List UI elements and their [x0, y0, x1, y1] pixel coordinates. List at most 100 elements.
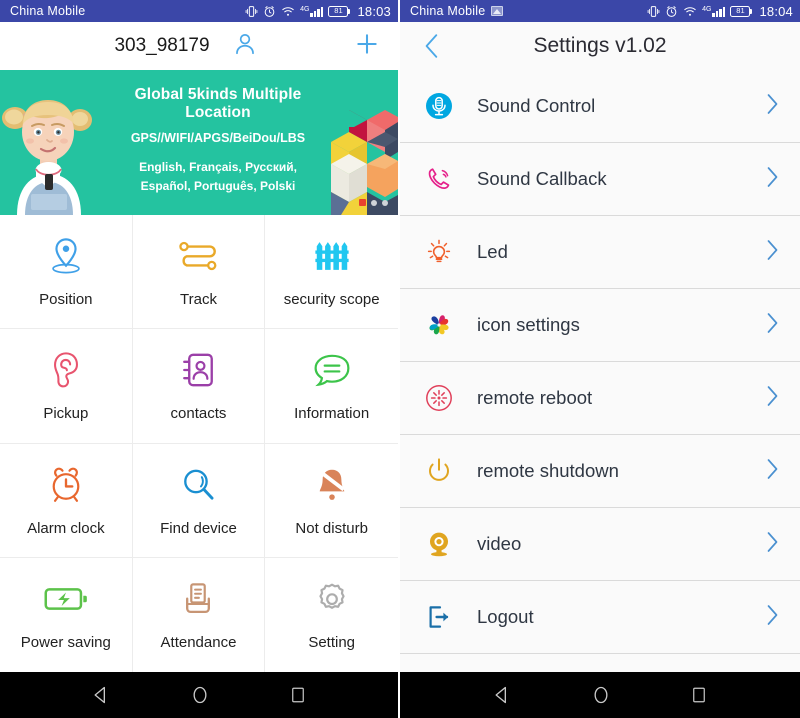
- settings-row-label: Sound Control: [477, 95, 596, 116]
- chevron-left-icon[interactable]: [414, 22, 450, 70]
- recents-square-icon[interactable]: [289, 686, 307, 704]
- battery-icon: 81: [730, 5, 753, 17]
- banner-dot[interactable]: [382, 199, 388, 206]
- device-id-label: 303_98179: [114, 35, 210, 56]
- grid-item-information[interactable]: Information: [265, 329, 398, 444]
- android-nav-bar-right: [400, 672, 800, 718]
- status-bar-right: China Mobile 4G 81 18:04: [400, 0, 800, 22]
- settings-row-remote-reboot[interactable]: remote reboot: [400, 362, 800, 435]
- grid-item-attendance[interactable]: Attendance: [133, 557, 266, 672]
- battery-level-label: 81: [736, 6, 745, 16]
- vibrate-icon: [647, 5, 660, 18]
- grid-item-label: Power saving: [20, 634, 111, 652]
- promo-banner[interactable]: Global 5kinds Multiple Location GPS//WIF…: [0, 70, 398, 215]
- grid-item-label: Pickup: [43, 405, 89, 423]
- home-header: 303_98179: [0, 22, 398, 70]
- settings-row-logout[interactable]: Logout: [400, 581, 800, 654]
- grid-item-label: Track: [180, 291, 217, 309]
- settings-row-label: Sound Callback: [477, 168, 607, 189]
- attendance-icon: [180, 578, 216, 620]
- settings-row-empty: [400, 654, 800, 672]
- color-pinwheel-icon: [422, 310, 456, 340]
- banner-languages-line2: Español, Português, Polski: [140, 178, 296, 193]
- grid-item-label: Position: [39, 291, 93, 309]
- phone-ring-icon: [422, 164, 456, 194]
- home-circle-icon[interactable]: [591, 685, 611, 705]
- settings-row-sound-control[interactable]: Sound Control: [400, 70, 800, 143]
- home-screen: China Mobile 4G 81 18:03 303_98179 Globa…: [0, 0, 400, 718]
- cellular-signal-icon: 4G: [300, 5, 324, 17]
- grid-item-position[interactable]: Position: [0, 215, 133, 330]
- status-bar-left: China Mobile 4G 81 18:03: [0, 0, 398, 22]
- bell-off-icon: [314, 464, 350, 506]
- network-type-label: 4G: [300, 5, 310, 13]
- grid-item-label: Information: [294, 405, 370, 423]
- settings-screen: China Mobile 4G 81 18:04 Settings v1.02 …: [400, 0, 800, 718]
- grid-item-label: contacts: [170, 405, 227, 423]
- settings-row-remote-shutdown[interactable]: remote shutdown: [400, 435, 800, 508]
- home-circle-icon[interactable]: [190, 685, 210, 705]
- grid-item-track[interactable]: Track: [132, 215, 266, 330]
- alarm-clock-icon: [48, 464, 84, 506]
- alarm-icon: [263, 5, 276, 18]
- battery-level-label: 81: [334, 6, 343, 16]
- settings-list: Sound Control Sound Callback Led icon se…: [400, 70, 800, 672]
- banner-dot-active[interactable]: [359, 199, 366, 206]
- grid-item-find-device[interactable]: Find device: [132, 443, 266, 558]
- microphone-icon: [422, 91, 456, 121]
- carrier-label: China Mobile: [10, 4, 86, 18]
- cellular-signal-icon: 4G: [702, 6, 726, 17]
- person-icon[interactable]: [232, 31, 258, 62]
- power-icon: [422, 456, 456, 486]
- ear-icon: [49, 349, 83, 391]
- vibrate-icon: [245, 5, 258, 18]
- settings-header: Settings v1.02: [400, 22, 800, 70]
- banner-subtitle: GPS//WIFI/APGS/BeiDou/LBS: [130, 131, 306, 145]
- gear-icon: [314, 578, 350, 620]
- map-pin-icon: [47, 235, 85, 277]
- alarm-icon: [665, 5, 678, 18]
- route-icon: [178, 235, 218, 277]
- grid-item-label: security scope: [283, 291, 380, 309]
- banner-dot[interactable]: [371, 199, 377, 206]
- grid-item-power-saving[interactable]: Power saving: [0, 557, 133, 672]
- banner-title: Global 5kinds Multiple Location: [134, 86, 302, 121]
- back-triangle-icon[interactable]: [492, 685, 512, 705]
- dual-screenshot-container: China Mobile 4G 81 18:03 303_98179 Globa…: [0, 0, 800, 718]
- settings-row-led[interactable]: Led: [400, 216, 800, 289]
- chevron-right-icon: [765, 604, 780, 631]
- settings-row-label: Led: [477, 241, 508, 262]
- grid-item-pickup[interactable]: Pickup: [0, 329, 133, 444]
- chevron-right-icon: [765, 239, 780, 266]
- settings-row-video[interactable]: video: [400, 508, 800, 581]
- recents-square-icon[interactable]: [690, 686, 708, 704]
- clock-label: 18:03: [357, 3, 391, 19]
- android-nav-bar-left: [0, 672, 398, 718]
- webcam-icon: [422, 529, 456, 559]
- battery-bolt-icon: [44, 578, 88, 620]
- grid-item-label: Not disturb: [295, 519, 368, 537]
- child-photo: [0, 70, 98, 215]
- plus-icon[interactable]: [354, 31, 380, 62]
- grid-item-not-disturb[interactable]: Not disturb: [265, 444, 398, 558]
- settings-row-sound-callback[interactable]: Sound Callback: [400, 143, 800, 216]
- banner-page-dots[interactable]: [359, 199, 388, 206]
- grid-item-setting[interactable]: Setting: [265, 558, 398, 672]
- chevron-right-icon: [765, 312, 780, 339]
- grid-item-label: Attendance: [160, 634, 237, 652]
- grid-item-security-scope[interactable]: security scope: [265, 215, 398, 330]
- magnifier-icon: [180, 464, 216, 506]
- banner-languages-line1: English, Français, Русский,: [139, 160, 297, 174]
- wifi-icon: [683, 5, 697, 18]
- picture-icon: [491, 6, 504, 16]
- reboot-icon: [422, 383, 456, 413]
- grid-item-contacts[interactable]: contacts: [132, 329, 266, 444]
- back-triangle-icon[interactable]: [91, 685, 111, 705]
- fence-icon: [314, 235, 350, 277]
- grid-item-label: Find device: [160, 519, 237, 537]
- settings-row-icon-settings[interactable]: icon settings: [400, 289, 800, 362]
- chevron-right-icon: [765, 385, 780, 412]
- grid-item-label: Setting: [308, 634, 356, 652]
- grid-item-label: Alarm clock: [27, 519, 105, 537]
- grid-item-alarm-clock[interactable]: Alarm clock: [0, 443, 133, 558]
